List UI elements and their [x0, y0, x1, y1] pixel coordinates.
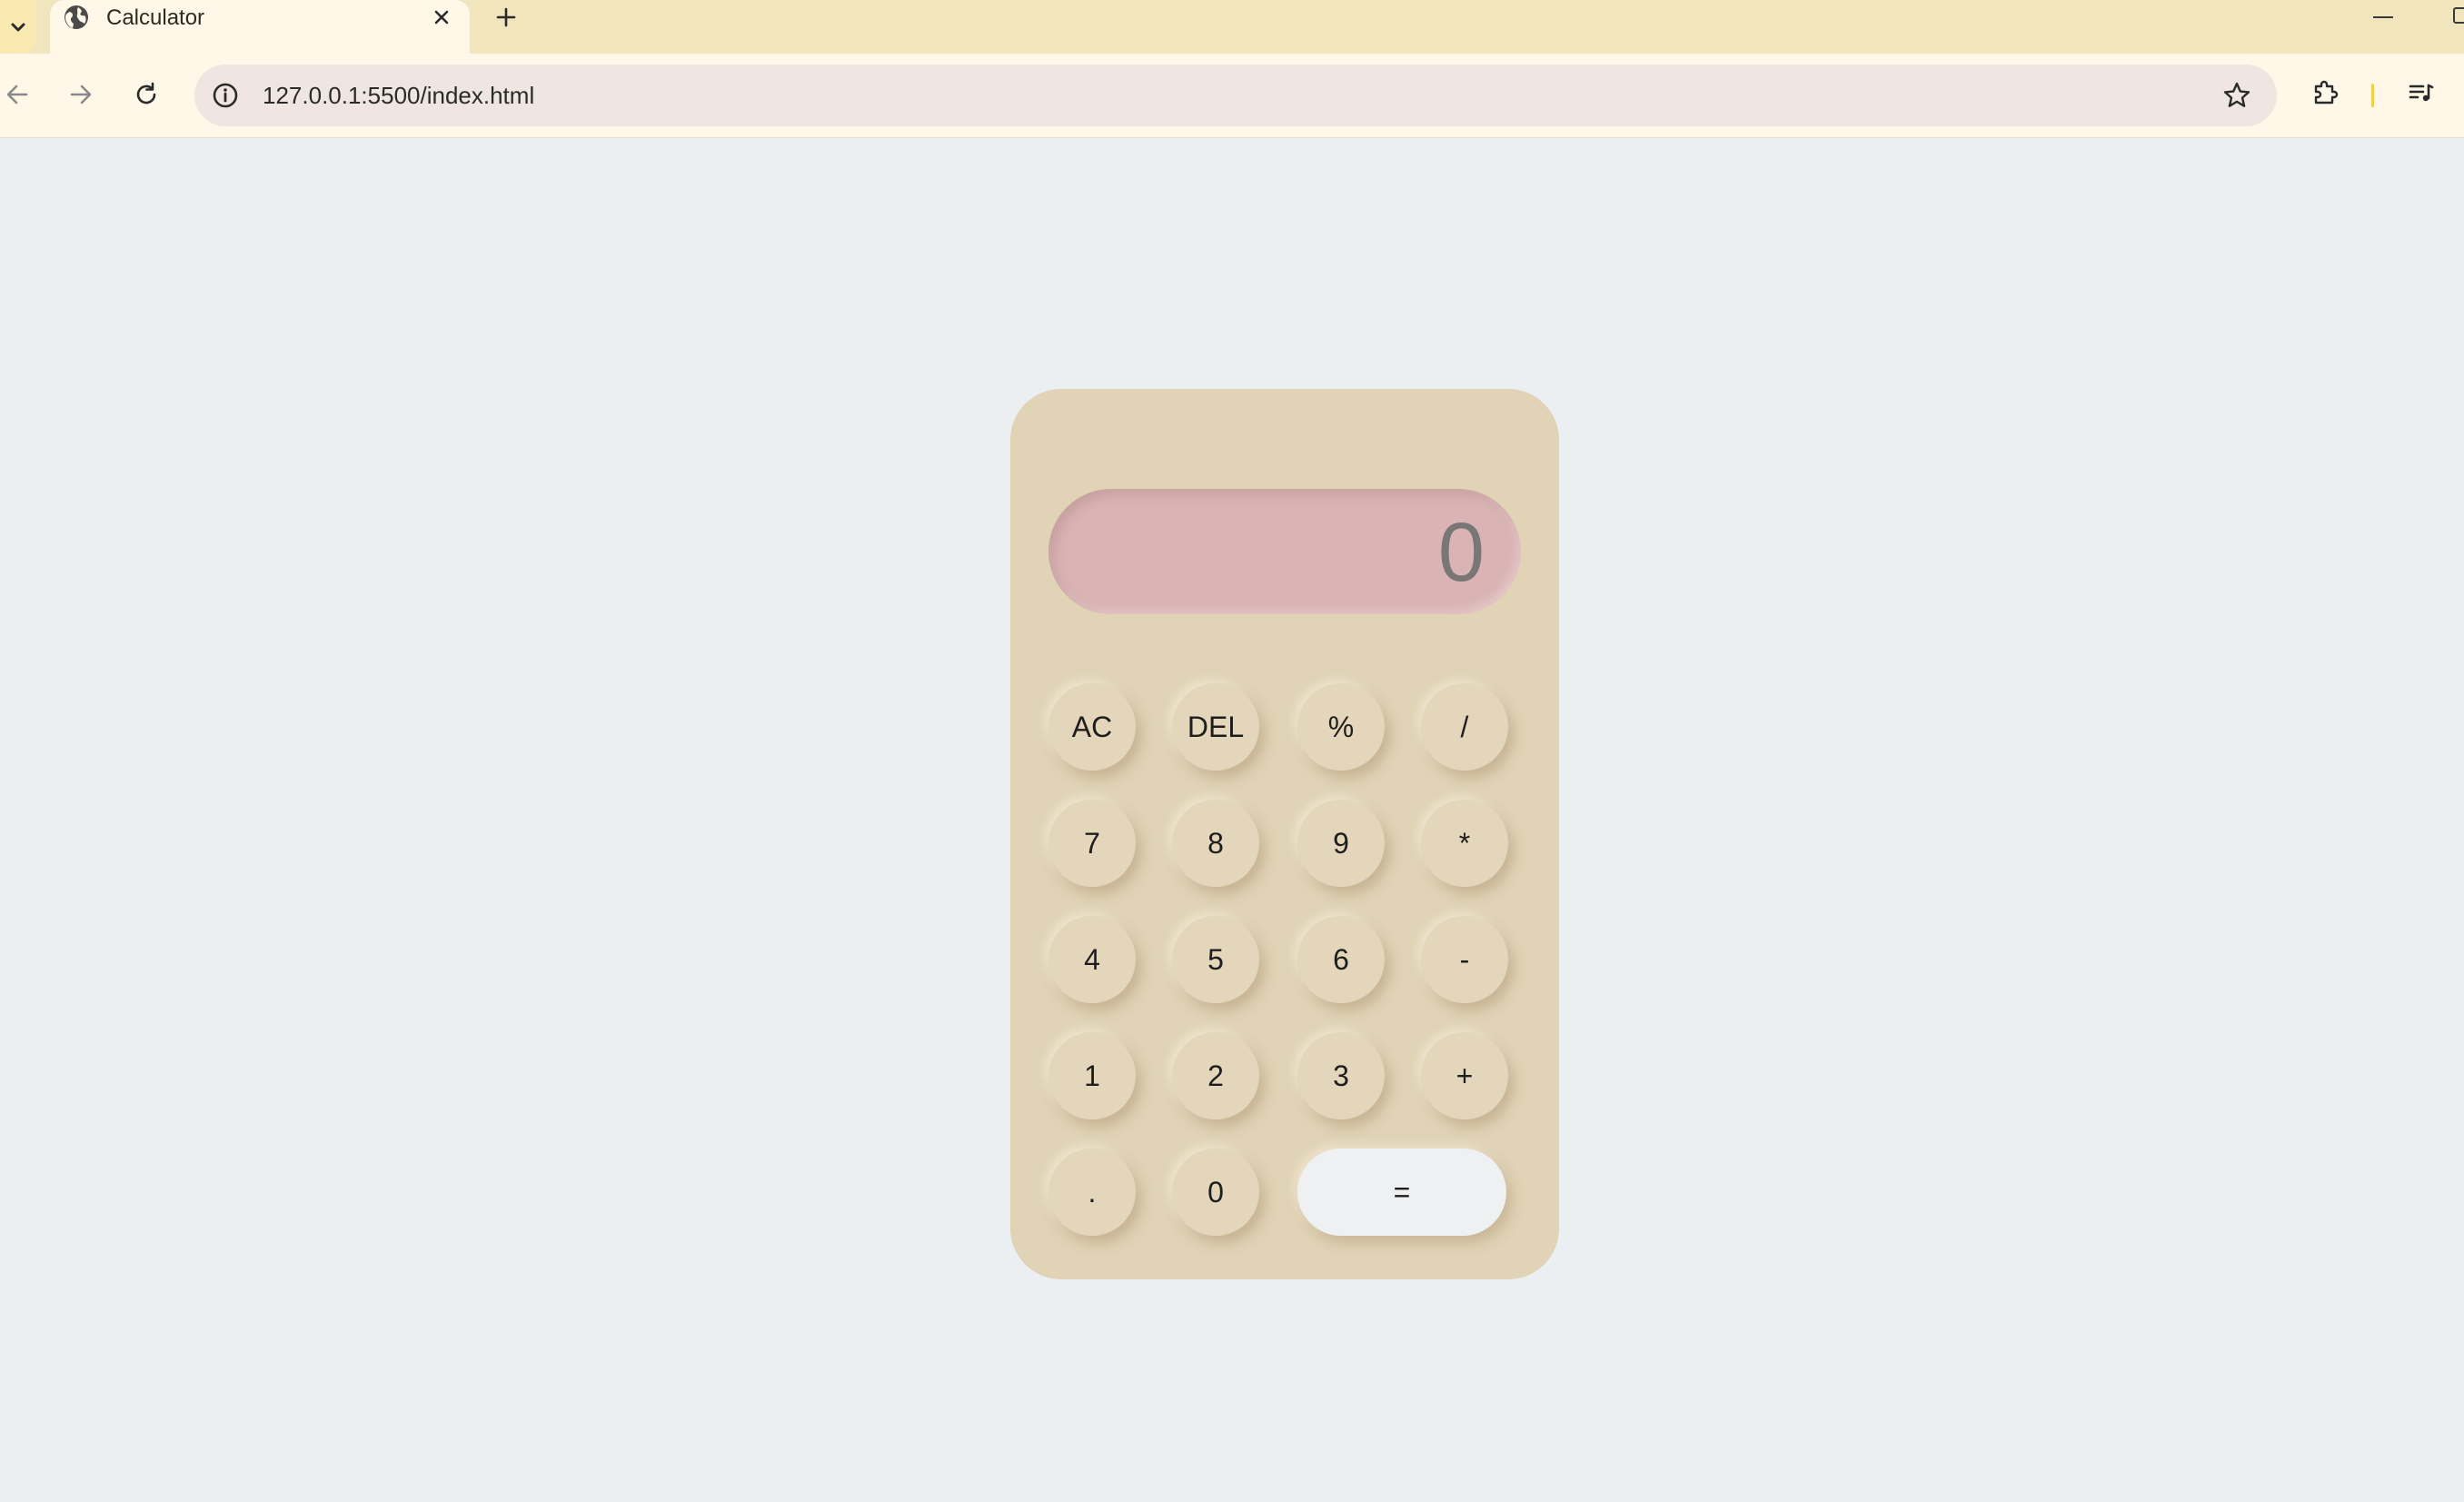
equals-button[interactable]: =	[1297, 1149, 1506, 1236]
decimal-button[interactable]: .	[1048, 1149, 1136, 1236]
calculator-display: 0	[1048, 489, 1521, 614]
add-button[interactable]: +	[1421, 1032, 1508, 1119]
multiply-button[interactable]: *	[1421, 800, 1508, 887]
site-info-button[interactable]	[211, 81, 240, 110]
playlist-music-icon	[2409, 84, 2434, 102]
reload-button[interactable]	[125, 74, 167, 115]
info-icon	[213, 83, 238, 108]
reload-icon	[136, 82, 156, 104]
url-text: 127.0.0.1:5500/index.html	[263, 82, 535, 109]
media-controls-button[interactable]	[2400, 72, 2442, 114]
tab-strip: Calculator	[0, 0, 2464, 54]
digit-6-button[interactable]: 6	[1297, 916, 1385, 1003]
back-button[interactable]	[0, 74, 38, 115]
bookmark-button[interactable]	[2221, 79, 2253, 112]
browser-toolbar: 127.0.0.1:5500/index.html	[0, 54, 2464, 138]
tab-close-button[interactable]	[430, 5, 453, 29]
minimize-button[interactable]	[2373, 16, 2393, 18]
forward-button[interactable]	[60, 74, 102, 115]
close-icon	[434, 10, 449, 25]
star-icon	[2223, 82, 2250, 107]
digit-5-button[interactable]: 5	[1172, 916, 1259, 1003]
plus-icon	[496, 7, 516, 27]
toolbar-divider	[2371, 84, 2374, 107]
digit-0-button[interactable]: 0	[1172, 1149, 1259, 1236]
digit-8-button[interactable]: 8	[1172, 800, 1259, 887]
digit-2-button[interactable]: 2	[1172, 1032, 1259, 1119]
restore-button[interactable]	[2453, 7, 2464, 24]
chevron-down-icon	[11, 23, 25, 31]
tab-search-button[interactable]	[0, 0, 36, 54]
tab-calculator[interactable]: Calculator	[50, 0, 470, 54]
digit-1-button[interactable]: 1	[1048, 1032, 1136, 1119]
display-value: 0	[1437, 506, 1485, 599]
clear-button[interactable]: AC	[1048, 683, 1136, 771]
percent-button[interactable]: %	[1297, 683, 1385, 771]
globe-icon	[65, 5, 88, 29]
puzzle-icon	[2314, 80, 2339, 104]
digit-3-button[interactable]: 3	[1297, 1032, 1385, 1119]
divide-button[interactable]: /	[1421, 683, 1508, 771]
digit-9-button[interactable]: 9	[1297, 800, 1385, 887]
calculator: 0 AC DEL % / 7 8 9 * 4 5 6 - 1 2 3 + . 0…	[1010, 389, 1559, 1279]
tab-title: Calculator	[106, 5, 205, 30]
address-bar[interactable]: 127.0.0.1:5500/index.html	[194, 65, 2277, 126]
arrow-left-icon	[6, 85, 28, 104]
digit-7-button[interactable]: 7	[1048, 800, 1136, 887]
extensions-button[interactable]	[2304, 72, 2346, 114]
subtract-button[interactable]: -	[1421, 916, 1508, 1003]
digit-4-button[interactable]: 4	[1048, 916, 1136, 1003]
arrow-right-icon	[70, 85, 92, 104]
delete-button[interactable]: DEL	[1172, 683, 1259, 771]
new-tab-button[interactable]	[491, 2, 522, 33]
